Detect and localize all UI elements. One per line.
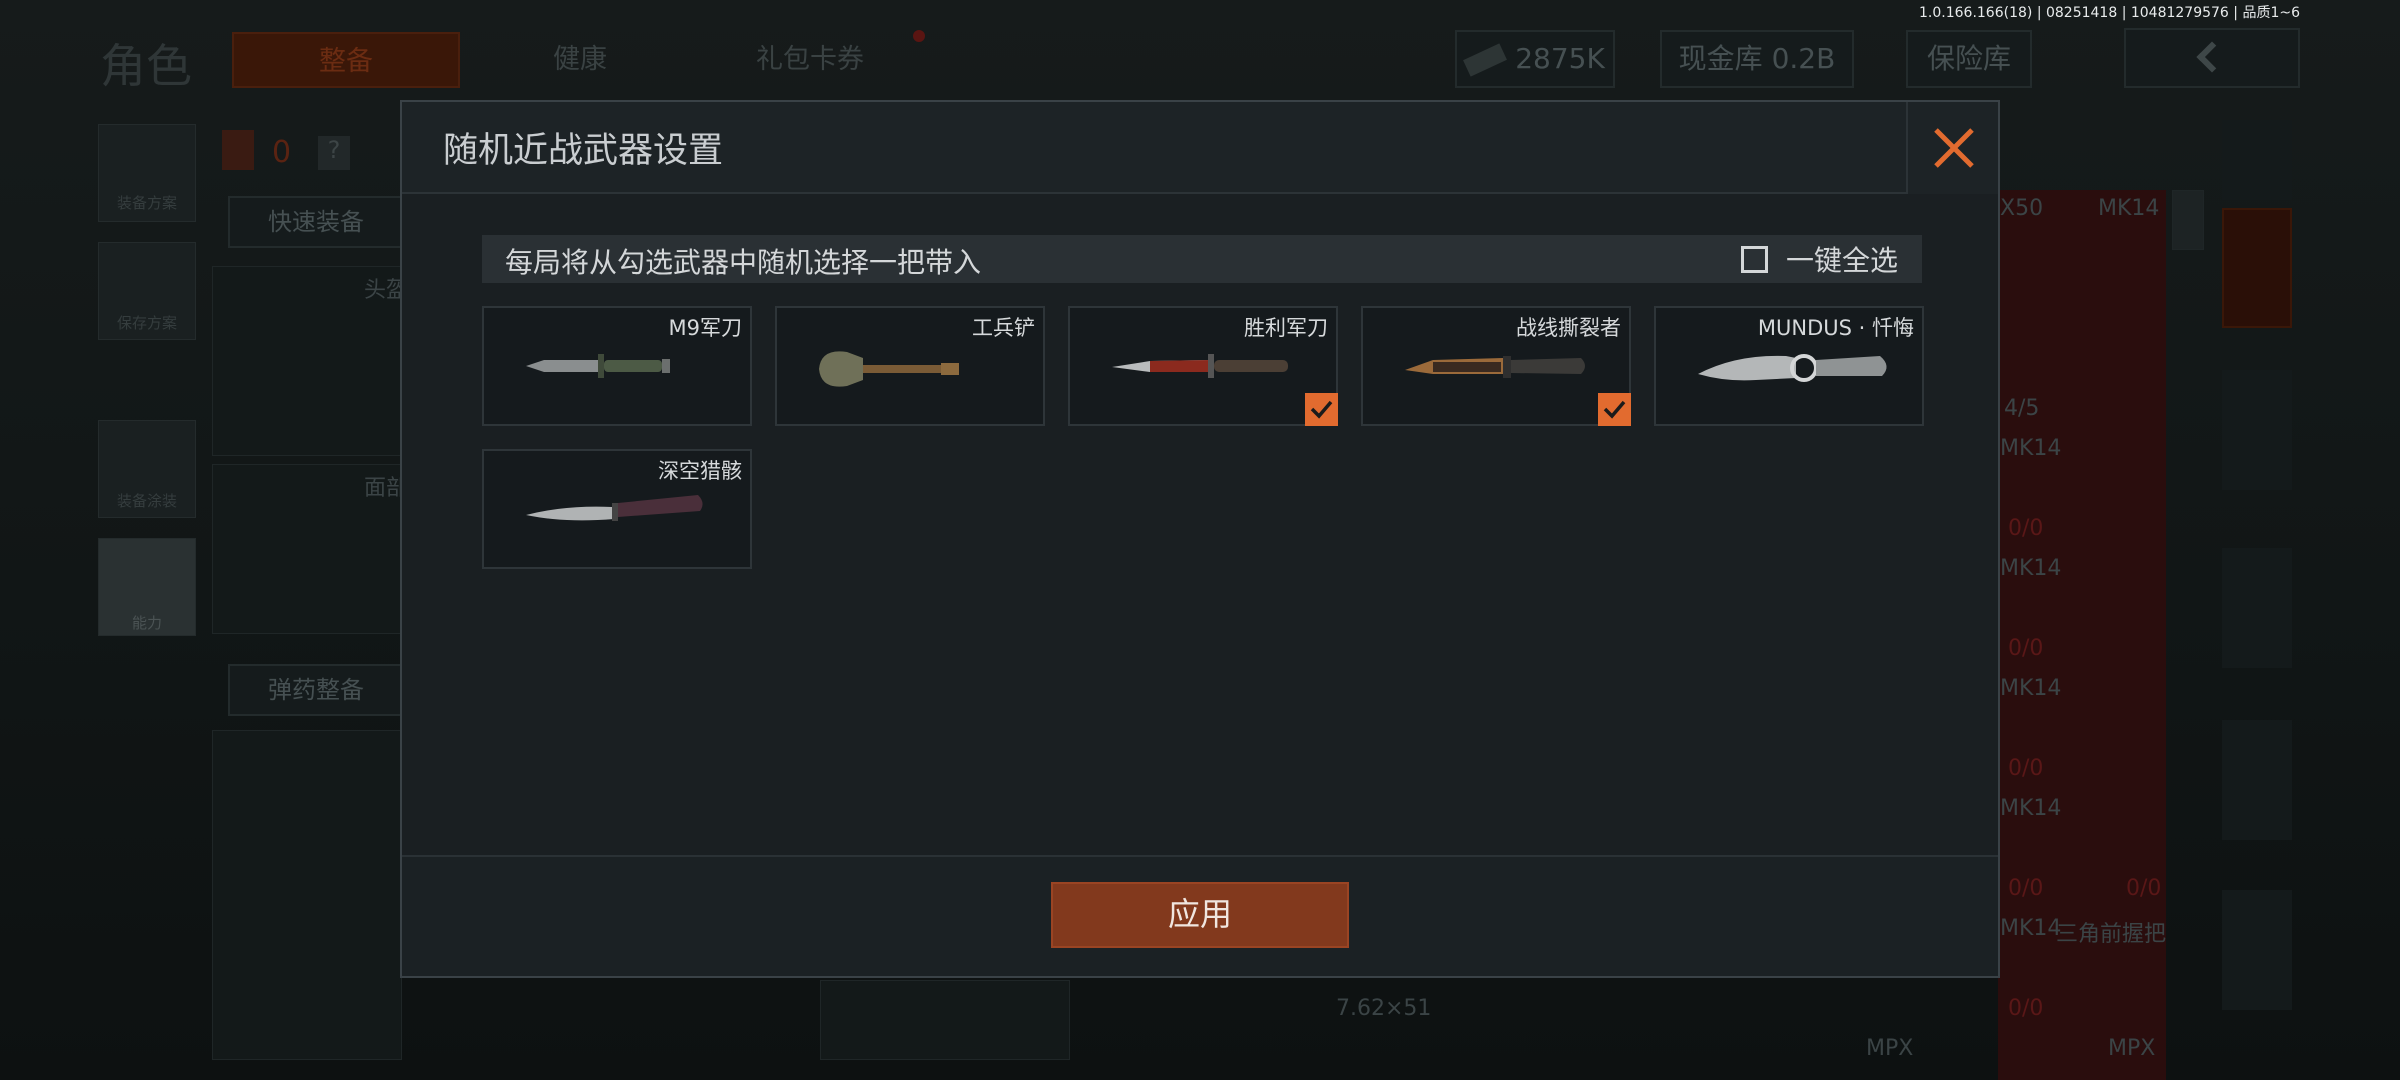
slot-label: MK14 <box>2098 196 2160 221</box>
slot-label: MK14 <box>2000 436 2062 461</box>
weapon-card-m9[interactable]: M9军刀 <box>482 306 752 426</box>
slot-count: 0/0 <box>2008 756 2044 781</box>
slot-count: 0/0 <box>2126 876 2162 901</box>
category-armor[interactable] <box>2222 370 2292 490</box>
quick-equip-button[interactable]: 快速装备 <box>228 196 404 248</box>
close-icon <box>1934 128 1974 168</box>
dialog-header: 随机近战武器设置 <box>402 102 1998 194</box>
weapon-name: MUNDUS · 忏悔 <box>1757 316 1914 340</box>
weapon-name: 胜利军刀 <box>1244 316 1328 340</box>
back-button[interactable] <box>2124 28 2300 88</box>
caliber-label: 7.62×51 <box>1336 996 1432 1021</box>
apply-button[interactable]: 应用 <box>1051 882 1349 948</box>
chevron-left-icon <box>2196 41 2228 73</box>
slot-label: X50 <box>2000 196 2044 221</box>
close-button[interactable] <box>1906 102 1998 194</box>
ability-label: 能力 <box>131 614 162 632</box>
shovel-icon <box>819 351 959 387</box>
weapon-name: 战线撕裂者 <box>1516 316 1621 340</box>
slot-label: 三角前握把 <box>2056 922 2167 947</box>
equipment-plan-label: 装备方案 <box>116 194 177 212</box>
checkmark-icon <box>1603 400 1626 419</box>
slot-label: MK14 <box>2000 556 2062 581</box>
slot-label: MPX <box>1866 1036 1914 1061</box>
tab-gift-cards[interactable]: 礼包卡券 <box>730 32 890 88</box>
dialog-title: 随机近战武器设置 <box>443 131 724 171</box>
category-melee[interactable] <box>2222 208 2292 328</box>
butterfly-knife-icon <box>526 495 703 521</box>
weapon-card-deep-space-hunter[interactable]: 深空猎骸 <box>482 449 752 569</box>
random-melee-settings-dialog: 随机近战武器设置 每局将从勾选武器中随机选择一把带入 一键全选 M9军刀 工兵铲 <box>400 100 2000 978</box>
front-ripper-knife-icon <box>1405 356 1585 378</box>
tab-equip[interactable]: 整备 <box>232 32 460 88</box>
armor-count: 0 <box>272 135 292 170</box>
melee-slot[interactable] <box>820 980 1070 1060</box>
cash-vault-button[interactable]: 现金库 0.2B <box>1660 30 1854 88</box>
save-plan-label: 保存方案 <box>116 314 177 332</box>
slot-count: 4/5 <box>2004 396 2040 421</box>
slot-label: MPX <box>2108 1036 2156 1061</box>
info-bar: 每局将从勾选武器中随机选择一把带入 一键全选 <box>482 235 1922 283</box>
weapon-name: 深空猎骸 <box>658 459 742 483</box>
select-all-checkbox[interactable] <box>1740 245 1768 273</box>
currency-display: 2875K <box>1455 30 1615 88</box>
category-attachment[interactable] <box>2222 890 2292 1010</box>
weapon-name: 工兵铲 <box>972 316 1035 340</box>
checkmark-icon <box>1310 400 1333 419</box>
money-icon <box>1463 43 1508 77</box>
help-button[interactable]: ? <box>318 136 350 170</box>
category-magazine[interactable] <box>2222 720 2292 840</box>
checked-checkbox[interactable] <box>1305 393 1338 426</box>
armor-icon <box>222 130 254 170</box>
weapon-name: M9军刀 <box>668 316 742 340</box>
equipment-skin-label: 装备涂装 <box>116 492 177 510</box>
weapon-card-front-ripper[interactable]: 战线撕裂者 <box>1361 306 1631 426</box>
select-all-label: 一键全选 <box>1785 244 1898 277</box>
slot-count: 0/0 <box>2008 516 2044 541</box>
safe-box-button[interactable]: 保险库 <box>1906 30 2032 88</box>
slot-label: MK14 <box>2000 676 2062 701</box>
weapon-card-victory-knife[interactable]: 胜利军刀 <box>1068 306 1338 426</box>
filter-button[interactable] <box>2222 120 2292 200</box>
scroll-thumb[interactable] <box>2172 190 2204 250</box>
slot-label: MK14 <box>2000 916 2062 941</box>
ammo-panel <box>212 730 402 1060</box>
slot-count: 0/0 <box>2008 636 2044 661</box>
weapon-card-shovel[interactable]: 工兵铲 <box>775 306 1045 426</box>
ornate-knife-icon <box>1698 354 1887 382</box>
weapon-card-mundus[interactable]: MUNDUS · 忏悔 <box>1654 306 1924 426</box>
bayonet-knife-icon <box>526 354 670 378</box>
page-title: 角色 <box>100 39 192 93</box>
slot-label: MK14 <box>2000 796 2062 821</box>
victory-knife-icon <box>1112 354 1288 378</box>
info-text: 每局将从勾选武器中随机选择一把带入 <box>505 246 982 279</box>
notification-dot <box>913 30 925 42</box>
tab-health[interactable]: 健康 <box>510 32 650 88</box>
version-info: 1.0.166.166(18) | 08251418 | 10481279576… <box>1919 5 2300 21</box>
category-rifle[interactable] <box>2222 548 2292 668</box>
select-all-toggle[interactable]: 一键全选 <box>1740 241 1898 277</box>
slot-count: 0/0 <box>2008 876 2044 901</box>
checked-checkbox[interactable] <box>1598 393 1631 426</box>
slot-count: 0/0 <box>2008 996 2044 1021</box>
ammo-equip-button[interactable]: 弹药整备 <box>228 664 404 716</box>
